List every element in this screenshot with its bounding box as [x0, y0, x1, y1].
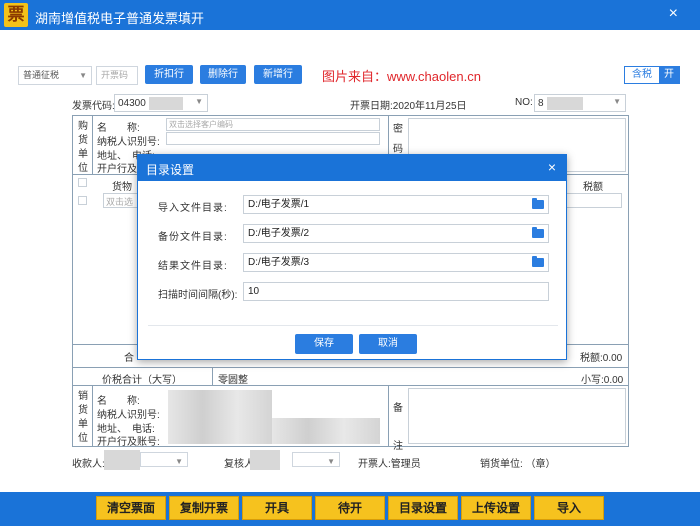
divider: [92, 115, 93, 174]
copy-invoice-button[interactable]: 复制开票: [169, 496, 239, 520]
tax-type-select[interactable]: 普通征税 ▼: [18, 66, 92, 85]
result-dir-label: 结果文件目录:: [158, 261, 228, 272]
goods-row-checkbox[interactable]: [78, 196, 87, 205]
payee-select[interactable]: ▼: [140, 452, 188, 467]
watermark-text: 图片来自：www.chaolen.cn: [322, 69, 481, 84]
code-placeholder: 开票码: [101, 70, 129, 80]
import-dir-value: D:/电子发票/1: [248, 199, 310, 210]
goods-placeholder: 双击选: [106, 197, 134, 207]
backup-dir-value: D:/电子发票/2: [248, 228, 310, 239]
seller-name-label: 名 称:: [97, 396, 140, 407]
import-dir-input[interactable]: D:/电子发票/1: [243, 195, 549, 214]
invoice-code-value: 04300: [118, 98, 146, 109]
remark-area[interactable]: [408, 388, 626, 444]
blurred-region: [149, 97, 183, 110]
backup-dir-label: 备份文件目录:: [158, 232, 228, 243]
seller-side-label: 销货单位: [78, 391, 88, 444]
tax-type-value: 普通征税: [23, 70, 60, 80]
invoice-code-label: 发票代码:: [72, 101, 115, 112]
chevron-down-icon: ▼: [195, 97, 203, 106]
window-title: 湖南增值税电子普通发票填开: [35, 11, 205, 26]
blurred-seller-info: [272, 418, 380, 444]
add-row-button[interactable]: 新增行: [254, 65, 302, 84]
seller-tax-label: 纳税人识别号:: [97, 410, 160, 421]
folder-icon[interactable]: [532, 256, 544, 267]
directory-settings-dialog: 目录设置 × 导入文件目录: D:/电子发票/1 备份文件目录: D:/电子发票…: [137, 154, 567, 360]
goods-name-input[interactable]: 双击选: [103, 193, 139, 208]
tax-amount-header: 税额: [583, 182, 603, 193]
payee-label: 收款人:: [72, 459, 105, 470]
import-button[interactable]: 导入: [534, 496, 604, 520]
upload-settings-button[interactable]: 上传设置: [461, 496, 531, 520]
cancel-button[interactable]: 取消: [359, 334, 417, 354]
goods-select-all-checkbox[interactable]: [78, 178, 87, 187]
tax-included-state: 开: [659, 67, 679, 83]
tax-amount-input[interactable]: [566, 193, 622, 208]
drawer-label: 开票人:管理员: [358, 459, 421, 470]
tax-total: 税额:0.00: [580, 353, 623, 364]
clear-invoice-button[interactable]: 清空票面: [96, 496, 166, 520]
reviewer-select[interactable]: ▼: [292, 452, 340, 467]
tax-included-toggle[interactable]: 含税开: [624, 66, 680, 84]
blurred-seller-info: [168, 390, 272, 444]
buyer-name-placeholder: 双击选择客户编码: [169, 120, 233, 129]
delete-row-button[interactable]: 删除行: [200, 65, 246, 84]
buyer-name-input[interactable]: 双击选择客户编码: [166, 118, 380, 131]
chevron-down-icon: ▼: [79, 71, 87, 80]
divider: [72, 367, 629, 368]
scan-interval-value: 10: [248, 286, 260, 297]
dialog-close-icon[interactable]: ×: [548, 159, 556, 175]
invoice-date-label: 开票日期:2020年11月25日: [350, 101, 467, 112]
code-input[interactable]: 开票码: [96, 66, 138, 85]
folder-icon[interactable]: [532, 227, 544, 238]
chevron-down-icon: ▼: [613, 97, 621, 106]
buyer-side-label: 购货单位: [78, 121, 88, 174]
small-total: 小写:0.00: [581, 375, 624, 386]
bottom-action-bar: 清空票面 复制开票 开具 待开 目录设置 上传设置 导入: [0, 492, 700, 526]
divider: [388, 385, 389, 447]
invoice-no-label: NO:: [515, 97, 533, 108]
divider: [212, 367, 213, 385]
blurred-reviewer: [250, 450, 280, 470]
result-dir-input[interactable]: D:/电子发票/3: [243, 253, 549, 272]
scan-interval-label: 扫描时间间隔(秒):: [158, 290, 238, 301]
buyer-name-label: 名 称:: [97, 123, 140, 134]
title-bar: 票 湖南增值税电子普通发票填开 ×: [0, 0, 700, 30]
backup-dir-input[interactable]: D:/电子发票/2: [243, 224, 549, 243]
folder-icon[interactable]: [532, 198, 544, 209]
window-close-icon[interactable]: ×: [669, 5, 678, 23]
app-logo-icon: 票: [4, 3, 28, 27]
issue-button[interactable]: 开具: [242, 496, 312, 520]
invoice-no-value: 8: [538, 98, 544, 109]
buyer-tax-label: 纳税人识别号:: [97, 137, 160, 148]
dialog-title: 目录设置: [146, 163, 195, 177]
discount-row-button[interactable]: 折扣行: [145, 65, 193, 84]
seller-stamp-label: 销货单位: （章）: [480, 459, 556, 470]
chevron-down-icon: ▼: [175, 457, 183, 466]
tax-included-label: 含税: [632, 69, 652, 80]
total-label: 合: [124, 353, 134, 364]
price-tax-total-value: 零圆整: [218, 375, 248, 386]
dialog-header: 目录设置 ×: [138, 155, 566, 181]
divider: [92, 385, 93, 447]
invoice-no-field[interactable]: 8 ▼: [534, 94, 626, 112]
blurred-payee: [104, 450, 140, 470]
blurred-region: [547, 97, 583, 110]
goods-header: 货物: [112, 182, 132, 193]
invoice-code-field[interactable]: 04300 ▼: [114, 94, 208, 112]
scan-interval-input[interactable]: 10: [243, 282, 549, 301]
price-tax-total-label: 价税合计（大写）: [102, 375, 182, 386]
import-dir-label: 导入文件目录:: [158, 203, 228, 214]
dialog-divider: [148, 325, 558, 326]
save-button[interactable]: 保存: [295, 334, 353, 354]
pending-button[interactable]: 待开: [315, 496, 385, 520]
buyer-tax-input[interactable]: [166, 132, 380, 145]
result-dir-value: D:/电子发票/3: [248, 257, 310, 268]
directory-settings-button[interactable]: 目录设置: [388, 496, 458, 520]
seller-bank-label: 开户行及账号:: [97, 437, 160, 448]
chevron-down-icon: ▼: [327, 457, 335, 466]
